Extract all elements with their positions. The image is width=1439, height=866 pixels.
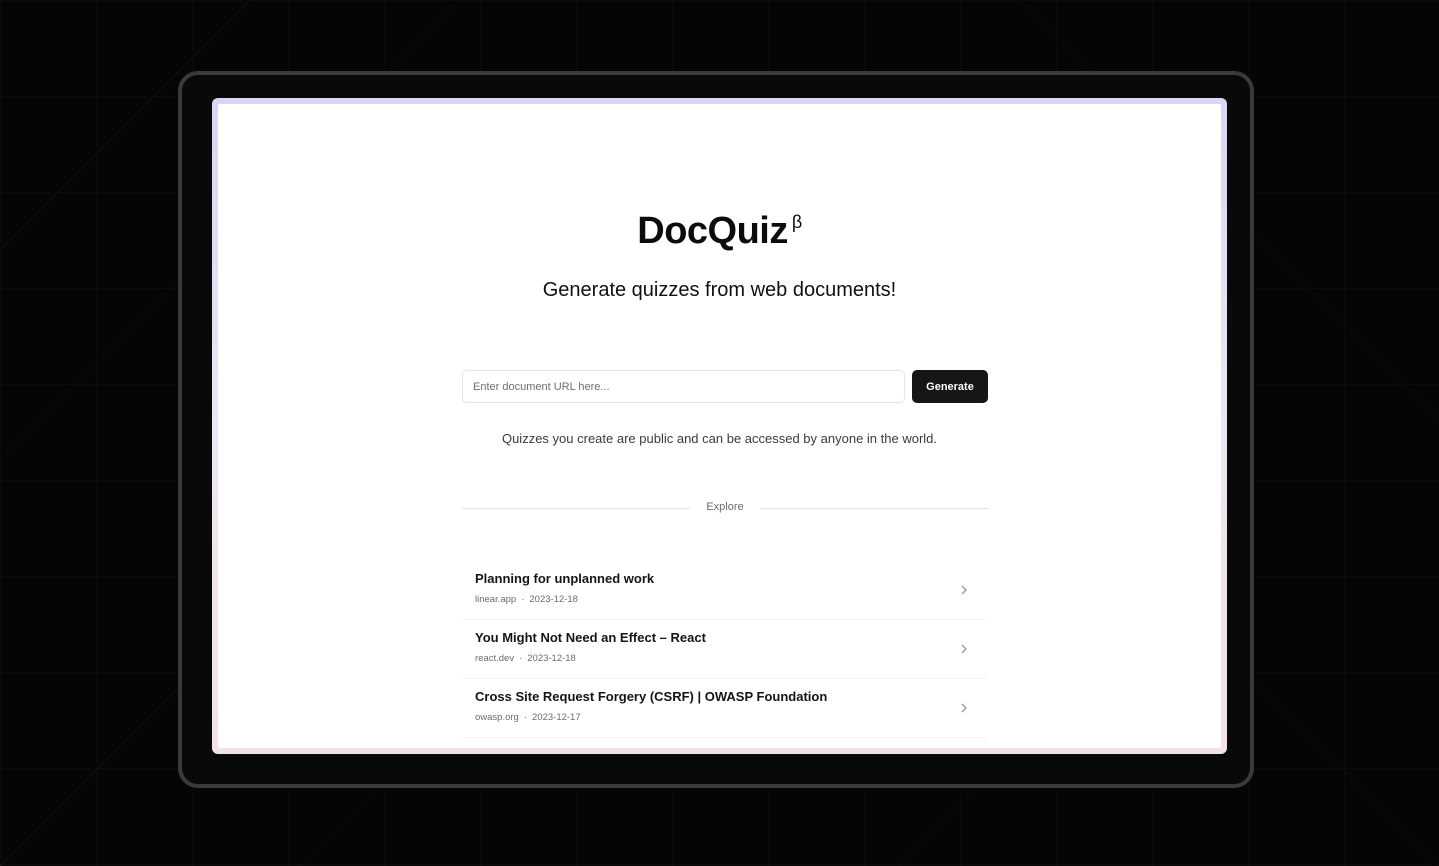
beta-badge: β <box>791 212 802 232</box>
quiz-date: 2023-12-17 <box>532 712 581 723</box>
meta-separator: · <box>523 712 528 723</box>
document-url-input[interactable] <box>462 370 905 403</box>
explore-list: Planning for unplanned work linear.app · 2… <box>462 561 988 738</box>
quiz-date: 2023-12-18 <box>527 653 576 664</box>
quiz-title: Cross Site Request Forgery (CSRF) | OWAS… <box>475 689 828 704</box>
meta-separator: · <box>521 594 525 605</box>
url-form: Generate <box>462 370 988 403</box>
quiz-meta: linear.app · 2023-12-18 <box>475 594 975 605</box>
brand-name: DocQuiz <box>637 210 788 252</box>
page-tagline: Generate quizzes from web documents! <box>542 279 897 301</box>
quiz-source: owasp.org <box>475 712 519 723</box>
public-notice: Quizzes you create are public and can be… <box>501 431 938 446</box>
quiz-source: react.dev <box>475 653 515 664</box>
divider-line-right <box>760 508 988 509</box>
list-item[interactable]: Planning for unplanned work linear.app · 2… <box>462 561 988 620</box>
page-content: DocQuiz β Generate quizzes from web docum… <box>218 104 1221 748</box>
list-item[interactable]: Cross Site Request Forgery (CSRF) | OWAS… <box>462 679 988 738</box>
list-item[interactable]: You Might Not Need an Effect – React rea… <box>462 620 988 679</box>
app-window: DocQuiz β Generate quizzes from web docum… <box>212 98 1227 754</box>
quiz-title: You Might Not Need an Effect – React <box>475 630 706 645</box>
generate-button[interactable]: Generate <box>912 370 988 403</box>
chevron-right-icon <box>961 703 967 713</box>
quiz-date: 2023-12-18 <box>529 594 578 605</box>
explore-divider: Explore <box>462 501 988 515</box>
meta-separator: · <box>519 653 523 664</box>
quiz-meta: react.dev · 2023-12-18 <box>475 653 975 664</box>
explore-label: Explore <box>706 501 744 513</box>
quiz-meta: owasp.org · 2023-12-17 <box>475 712 975 723</box>
brand-logo: DocQuiz β <box>218 210 1221 253</box>
chevron-right-icon <box>961 585 967 595</box>
quiz-source: linear.app <box>475 594 517 605</box>
chevron-right-icon <box>961 644 967 654</box>
quiz-title: Planning for unplanned work <box>475 571 655 586</box>
